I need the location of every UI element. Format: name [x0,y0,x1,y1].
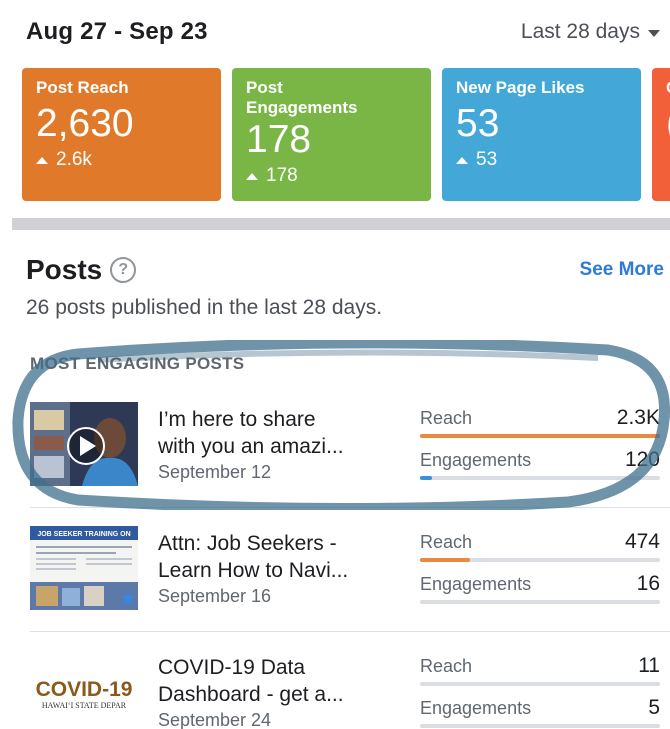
up-arrow-icon [246,172,258,180]
reach-value: 2.3K [616,406,660,429]
engagements-value: 5 [648,696,660,719]
reach-bar-fill [420,558,471,562]
insights-header: Aug 27 - Sep 23 Last 28 days [0,0,670,68]
new-page-likes-card[interactable]: New Page Likes 53 53 [442,68,641,201]
engagements-value: 120 [624,448,660,471]
section-divider [12,218,670,230]
card-delta: 53 [456,149,627,171]
post-thumbnail-video[interactable] [30,402,138,486]
date-range-dropdown-label: Last 28 days [520,20,640,43]
up-arrow-icon [456,156,468,164]
post-date: September 24 [158,710,272,729]
card-delta-value: 178 [266,165,298,186]
card-title: Post Reach [36,78,129,97]
card-delta-value: 53 [476,149,498,170]
engagements-label: Engagements [420,698,532,718]
post-title-line1: Attn: Job Seekers - [158,532,337,555]
reach-metric: Reach 11 [420,654,660,698]
up-arrow-icon [36,156,48,164]
post-text: I’m here to share with you an amazi... S… [158,406,408,483]
post-metrics: Reach 2.3K Engagements 120 [420,406,660,492]
reach-metric: Reach 474 [420,530,660,574]
post-title-line2: with you an amazi... [158,435,344,458]
reach-label: Reach [420,532,473,552]
reach-bar [420,682,660,686]
card-title-line1: Post [246,78,283,97]
posts-heading: Posts ? [26,254,137,286]
card-delta: 2.6k [36,149,207,171]
card-delta-value: 2.6k [56,149,92,170]
help-icon[interactable]: ? [110,257,137,283]
engagements-value: 16 [636,572,660,595]
date-range-dropdown[interactable]: Last 28 days [521,20,660,44]
post-row[interactable]: COVID-19 HAWAI‘I STATE DEPAR COVID-19 Da… [0,632,670,729]
engagements-label: Engagements [420,450,532,470]
engagements-bar [420,724,660,728]
engagements-bar [420,600,660,604]
video-thumbnail-image [30,402,138,486]
posts-title: Posts [26,254,103,285]
caret-down-icon [648,29,660,37]
engagements-label: Engagements [420,574,532,594]
card-value: ( [666,102,670,146]
posts-subtitle: 26 posts published in the last 28 days. [26,296,383,319]
thumb-caption: JOB SEEKER TRAINING ON [37,531,130,538]
engagements-metric: Engagements 120 [420,448,660,492]
post-text: COVID-19 Data Dashboard - get a... Septe… [158,654,408,729]
card-value: 178 [246,118,312,161]
reach-bar [420,558,660,562]
see-more-link[interactable]: See More [580,259,664,281]
card-title-line2: Engagements [246,98,358,117]
reach-value: 474 [624,530,660,553]
covid-logo-thumbnail: COVID-19 HAWAI‘I STATE DEPAR [30,646,138,729]
card-delta: 178 [246,165,417,187]
flyer-thumbnail-image: JOB SEEKER TRAINING ON [30,526,138,610]
post-thumbnail[interactable]: COVID-19 HAWAI‘I STATE DEPAR [30,646,138,729]
post-title-line1: COVID-19 Data [158,656,306,679]
card-value: 53 [456,102,500,145]
most-engaging-label: MOST ENGAGING POSTS [30,354,245,373]
post-text: Attn: Job Seekers - Learn How to Navi...… [158,530,408,607]
post-metrics: Reach 474 Engagements 16 [420,530,660,616]
card-title: C [666,78,670,98]
card-title: New Page Likes [456,78,585,97]
thumb-logo: COVID-19 [36,678,133,701]
post-title-line2: Learn How to Navi... [158,559,349,582]
date-range-title: Aug 27 - Sep 23 [26,18,208,45]
post-thumbnail[interactable]: JOB SEEKER TRAINING ON [30,526,138,610]
reach-label: Reach [420,408,473,428]
reach-metric: Reach 2.3K [420,406,660,450]
post-date: September 16 [158,586,272,606]
reach-label: Reach [420,656,473,676]
reach-bar [420,434,660,438]
post-date: September 12 [158,462,272,482]
post-reach-card[interactable]: Post Reach 2,630 2.6k [22,68,221,201]
engagements-bar [420,476,660,480]
reach-bar-fill [420,434,660,438]
engagements-metric: Engagements 16 [420,572,660,616]
post-row[interactable]: JOB SEEKER TRAINING ON Attn: Job Seekers… [0,508,670,632]
post-row[interactable]: I’m here to share with you an amazi... S… [0,384,670,508]
reach-value: 11 [638,654,660,677]
post-title-line1: I’m here to share [158,408,316,431]
engagements-bar-fill [420,476,432,480]
post-metrics: Reach 11 Engagements 5 [420,654,660,729]
card-value: 2,630 [36,102,134,145]
engagements-metric: Engagements 5 [420,696,660,729]
post-title-line2: Dashboard - get a... [158,683,344,706]
summary-cards: Post Reach 2,630 2.6k Post Engagements 1… [22,68,670,201]
partial-metric-card[interactable]: C ( [652,68,670,201]
post-engagements-card[interactable]: Post Engagements 178 178 [232,68,431,201]
thumb-logo-sub: HAWAI‘I STATE DEPAR [42,701,127,710]
